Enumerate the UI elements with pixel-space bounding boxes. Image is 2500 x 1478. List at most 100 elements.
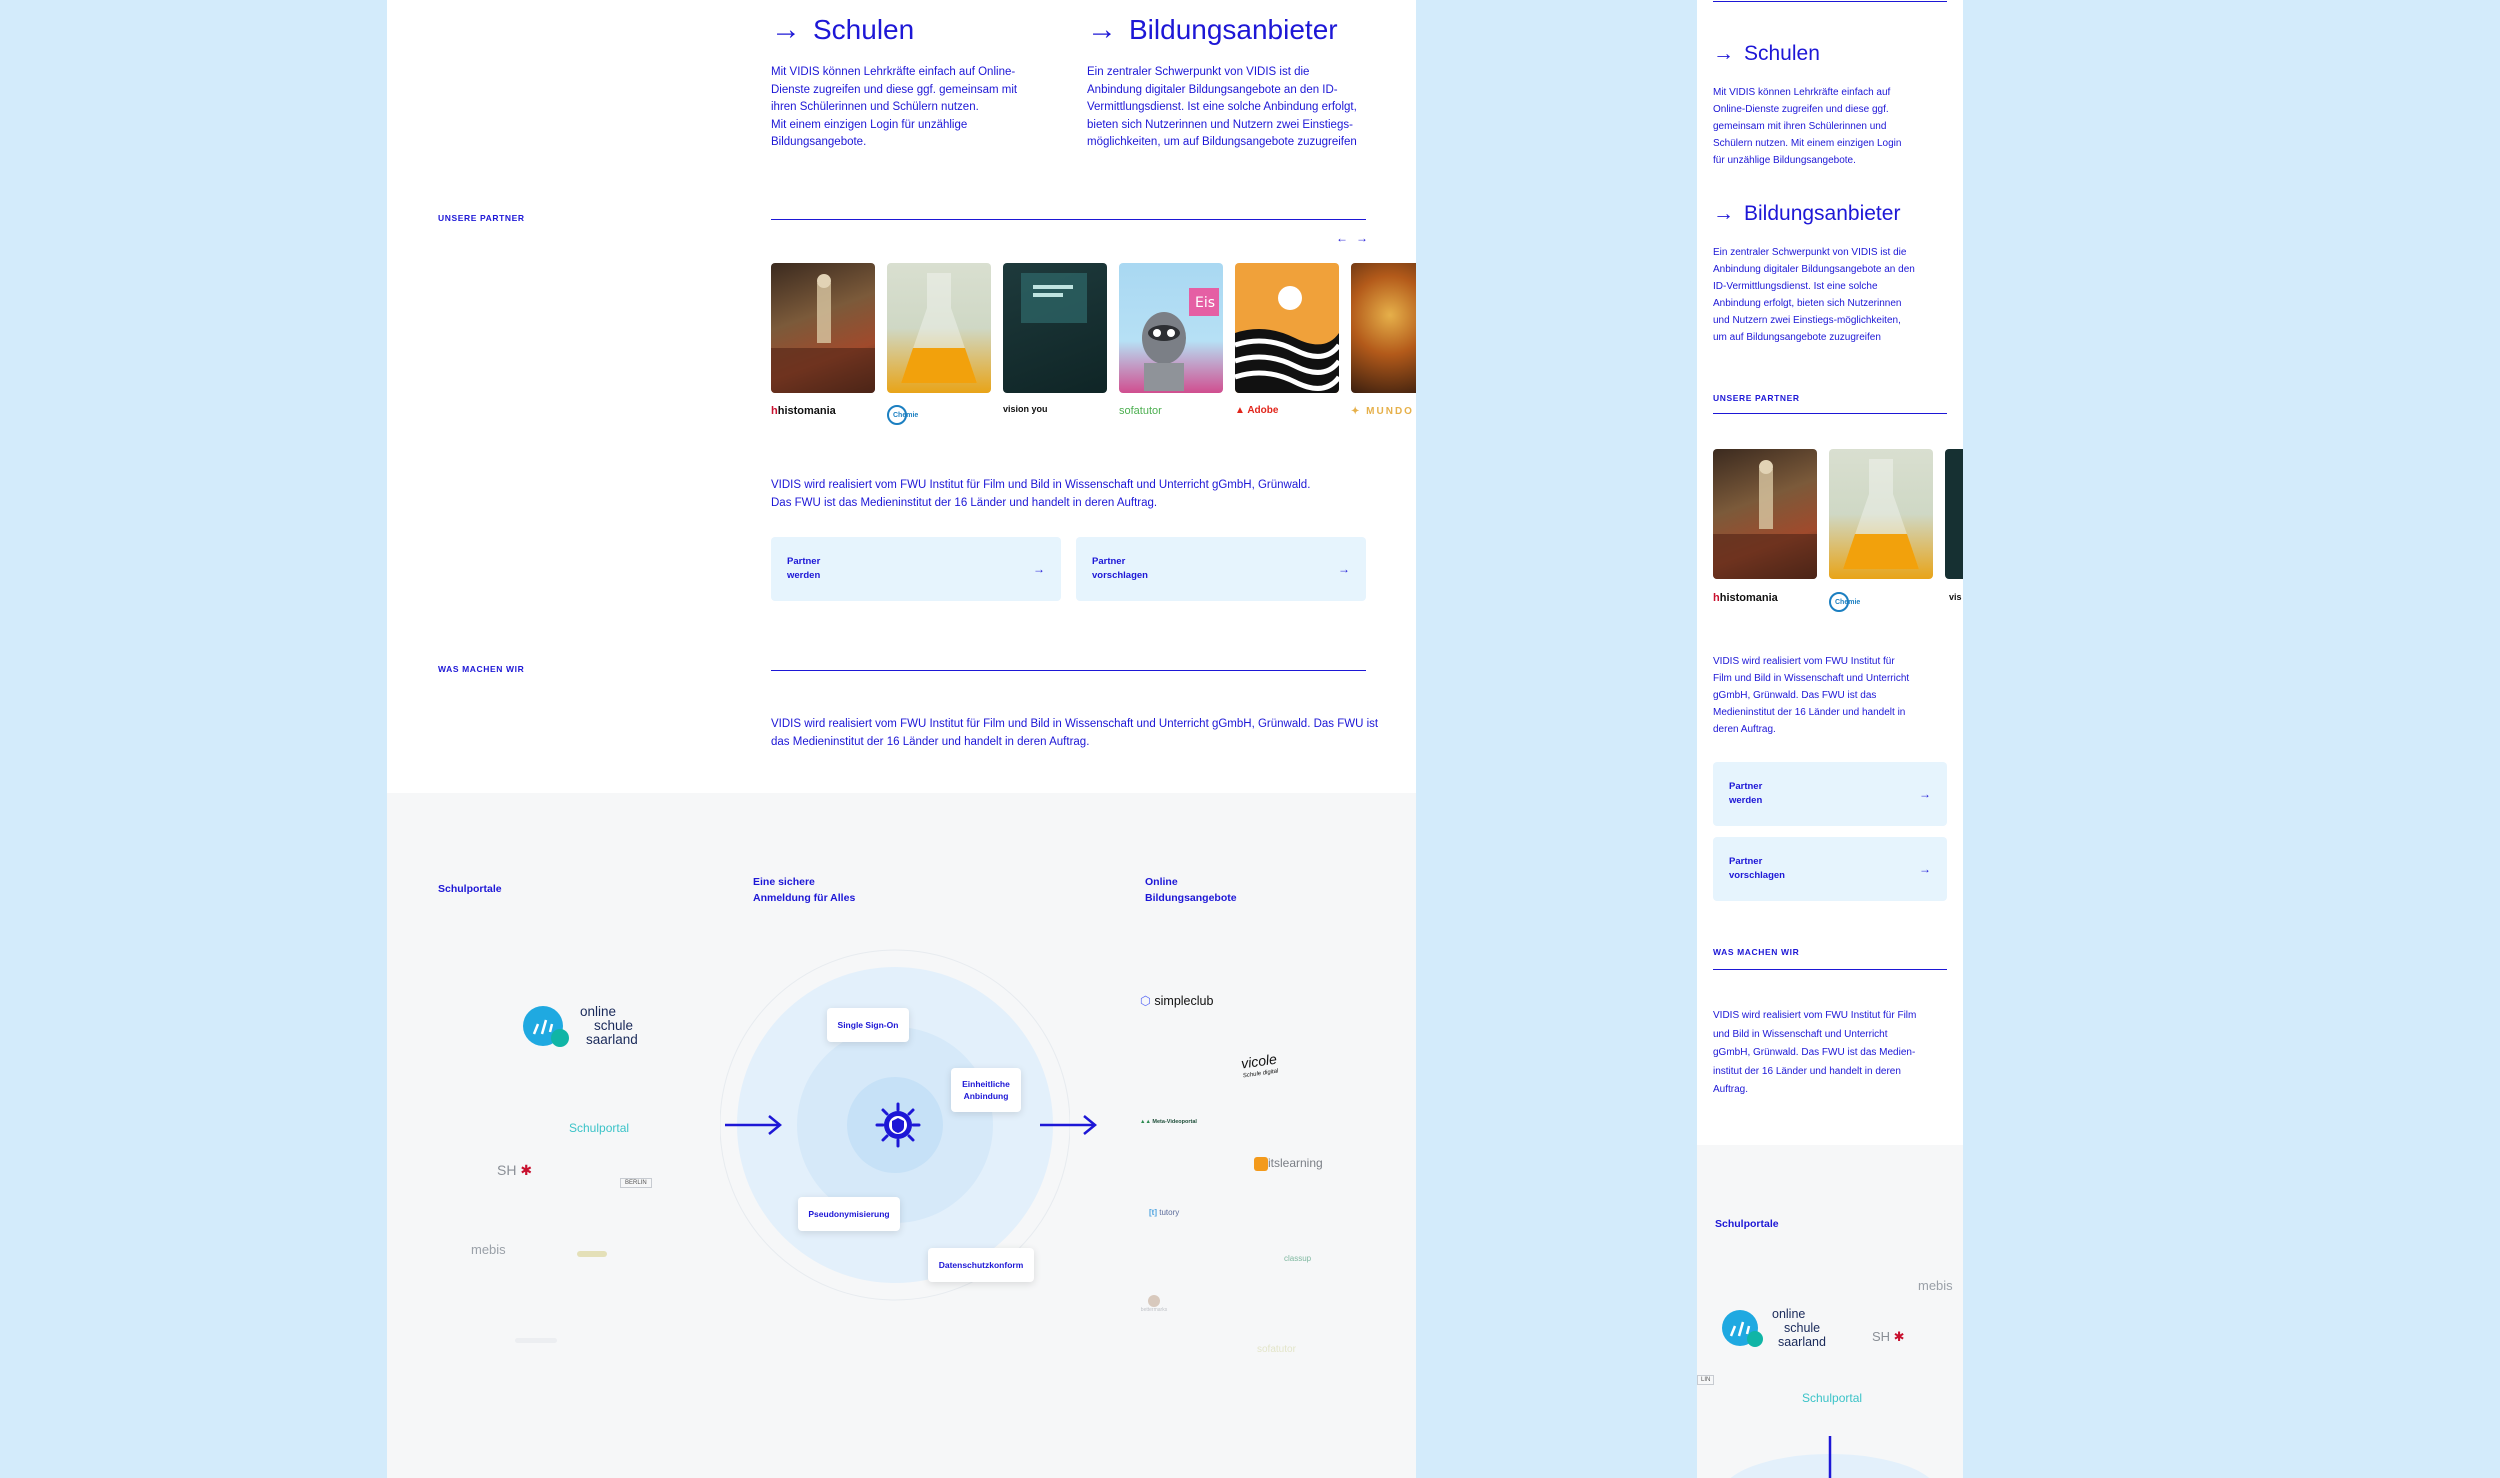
text-line: für unzählige Bildungsangebote. — [1713, 155, 1856, 166]
text-line: Mit einem einzigen Login für unzählige — [771, 118, 968, 131]
partner-card-adobe[interactable] — [1235, 263, 1339, 393]
label: tutory — [1159, 1208, 1180, 1217]
vicole-logo: vicole Schule digital — [1240, 1051, 1279, 1084]
arrow-right-icon: → — [1919, 862, 1931, 876]
chip-pseudonymisierung: Pseudonymisierung — [798, 1197, 900, 1231]
partner-werden-button[interactable]: Partner werden → — [771, 537, 1061, 601]
chemie-logo: Chemie — [887, 405, 918, 425]
text-line: VIDIS wird realisiert vom FWU Institut f… — [771, 479, 1311, 491]
text-line: gemeinsam mit ihren Schülerinnen und — [1713, 121, 1887, 132]
bildungsanbieter-heading: → Bildungsanbieter — [1087, 14, 1338, 46]
schulen-text: Mit VIDIS können Lehrkräfte einfach auf … — [771, 64, 1041, 152]
bildungsanbieter-title: Bildungsanbieter — [1744, 202, 1901, 225]
arrow-right-icon: → — [1713, 202, 1734, 225]
bildungsanbieter-heading: → Bildungsanbieter — [1713, 202, 1900, 226]
online-schule-saarland-logo: online schule saarland — [522, 1002, 638, 1050]
text-line: gGmbH, Grünwald. Das FWU ist das Medien- — [1713, 1047, 1916, 1058]
divider — [771, 219, 1366, 220]
zebra-art-image — [1235, 286, 1339, 393]
classup-logo: classup — [1284, 1254, 1312, 1263]
mobile-page: → Schulen Mit VIDIS können Lehrkräfte ein… — [1697, 0, 1963, 1478]
partner-name: histomania — [1719, 592, 1778, 604]
text-line: Mit VIDIS können Lehrkräfte einfach auf … — [771, 66, 1016, 78]
arrow-right-icon: → — [1087, 13, 1117, 46]
online-schule-saarland-logo: online schule saarland — [1720, 1306, 1826, 1350]
text-line: Das FWU ist das Medieninstitut der 16 Lä… — [771, 496, 1158, 509]
flask-image — [1843, 459, 1919, 569]
label-line: saarland — [1778, 1335, 1826, 1349]
text-line: Mit VIDIS können Lehrkräfte einfach auf — [1713, 87, 1891, 98]
chemie-logo: Chemie — [1829, 592, 1860, 612]
fwu-text: VIDIS wird realisiert vom FWU Institut f… — [1713, 653, 1909, 738]
partner-card-sofatutor[interactable]: Eis — [1119, 263, 1223, 393]
oss-logo-icon — [1722, 1310, 1763, 1347]
oss-logo-icon — [523, 1006, 569, 1047]
chip-datenschutzkonform: Datenschutzkonform — [928, 1248, 1034, 1282]
mundo-icon: ✦ — [1351, 406, 1367, 417]
partner-card-vision[interactable] — [1945, 449, 1963, 579]
label: simpleclub — [1154, 994, 1214, 1008]
was-text: VIDIS wird realisiert vom FWU Institut f… — [1713, 1007, 1916, 1100]
oss-wordmark: online schule saarland — [1772, 1307, 1826, 1349]
partner-vorschlagen-button[interactable]: Partner vorschlagen → — [1713, 837, 1947, 901]
text-line: ID-Vermittlungsdienst. Ist eine solche — [1713, 281, 1878, 292]
vision-you-logo: vision you — [1003, 405, 1048, 414]
partner-card-vision[interactable] — [1003, 263, 1107, 393]
col-bildungsangebote: Online Bildungsangebote — [1145, 874, 1237, 906]
partner-name: Chemie — [1835, 598, 1861, 606]
arrow-right-icon: → — [1338, 562, 1350, 576]
text-line: Anbindung digitaler Bildungsangebote an … — [1087, 83, 1338, 96]
partner-card-mundo[interactable] — [1351, 263, 1416, 393]
label-line: Partner — [787, 556, 821, 567]
label-line: Anmeldung für Alles — [753, 892, 856, 904]
faded-portal-logo — [577, 1251, 607, 1257]
label-line: online — [580, 1004, 617, 1019]
sofatutor-logo: sofatutor — [1119, 405, 1162, 417]
arrow-left-icon[interactable]: ← — [1336, 231, 1348, 245]
label-line: Partner — [1729, 856, 1763, 867]
button-label: Partner vorschlagen — [1092, 555, 1148, 583]
hexagon-icon: ⬡ — [1140, 994, 1155, 1008]
mundo-logo: ✦ MUNDO — [1351, 406, 1414, 417]
painting-image — [1713, 460, 1817, 579]
partner-card-histomania[interactable] — [1713, 449, 1817, 579]
partner-card-chemie[interactable] — [887, 263, 991, 393]
label-line: Eine sichere — [753, 876, 815, 888]
mebis-logo: mebis — [1918, 1278, 1953, 1293]
label: SH — [497, 1162, 517, 1178]
partner-name: histomania — [777, 405, 836, 417]
arrow-right-icon[interactable]: → — [1356, 231, 1368, 245]
text-line: Film und Bild in Wissenschaft und Unterr… — [1713, 673, 1910, 684]
section-label-partner: UNSERE PARTNER — [438, 213, 525, 223]
label-line: online — [1772, 1307, 1806, 1321]
text-line: Bildungsangebote. — [771, 136, 867, 148]
bildungsanbieter-title: Bildungsanbieter — [1129, 14, 1338, 45]
people-icon: ▲▲ — [1140, 1119, 1153, 1125]
label: itslearning — [1268, 1156, 1323, 1170]
text-line: Anbindung digitaler Bildungsangebote an … — [1713, 264, 1915, 275]
section-label-was: WAS MACHEN WIR — [1713, 947, 1800, 957]
arrow-right-icon: → — [1033, 562, 1045, 576]
text-line: gGmbH, Grünwald. Das FWU ist das — [1713, 690, 1877, 701]
label-line: schule — [594, 1018, 634, 1033]
text-line: Schülern nutzen. Mit einem einzigen Logi… — [1713, 138, 1902, 149]
text-line: Auftrag. — [1713, 1084, 1749, 1095]
painting-image — [771, 274, 875, 393]
schulportale-heading: Schulportale — [1715, 1218, 1779, 1230]
partner-werden-button[interactable]: Partner werden → — [1713, 762, 1947, 826]
oss-wordmark: online schule saarland — [580, 1005, 638, 1047]
vidis-logo-icon — [875, 1102, 921, 1148]
partner-vorschlagen-button[interactable]: Partner vorschlagen → — [1076, 537, 1366, 601]
label: bettermarks — [1140, 1307, 1168, 1313]
label-line: vorschlagen — [1092, 570, 1148, 581]
schulportal-logo: Schulportal — [569, 1121, 630, 1135]
partner-card-chemie[interactable] — [1829, 449, 1933, 579]
partner-name: Adobe — [1247, 405, 1279, 416]
schulen-title: Schulen — [813, 14, 915, 45]
mebis-logo: mebis — [471, 1242, 506, 1257]
partner-card-histomania[interactable] — [771, 263, 875, 393]
section-label-partner: UNSERE PARTNER — [1713, 393, 1800, 403]
text-line: Anbindung erfolgt, bieten sich Nutzerinn… — [1713, 298, 1902, 309]
label-line: werden — [787, 570, 821, 581]
desktop-page: → Schulen Mit VIDIS können Lehrkräfte ei… — [387, 0, 1416, 1478]
